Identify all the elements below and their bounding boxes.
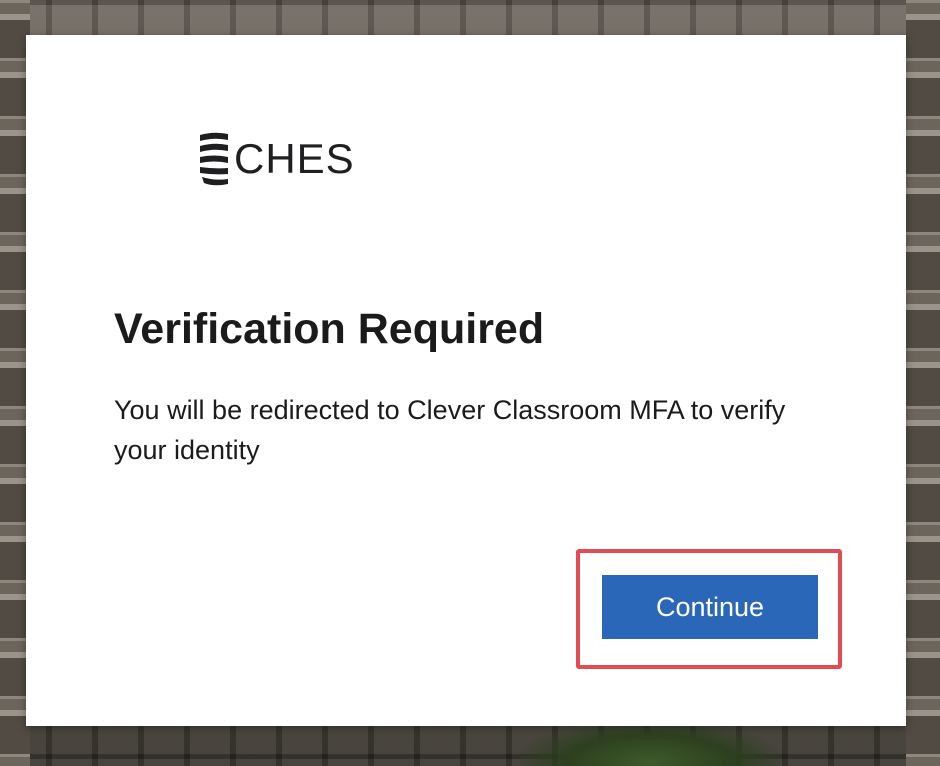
continue-button[interactable]: Continue xyxy=(602,575,818,639)
verification-dialog: CHES Verification Required You will be r… xyxy=(26,35,906,726)
dialog-message: You will be redirected to Clever Classro… xyxy=(114,395,786,465)
dialog-title: Verification Required xyxy=(114,305,545,353)
background-plant xyxy=(520,720,780,766)
stacked-stripes-logo-icon xyxy=(200,132,228,186)
brand-logo: CHES xyxy=(196,131,355,187)
background-right-pillar xyxy=(906,0,940,766)
brand-logo-text: CHES xyxy=(234,135,355,182)
